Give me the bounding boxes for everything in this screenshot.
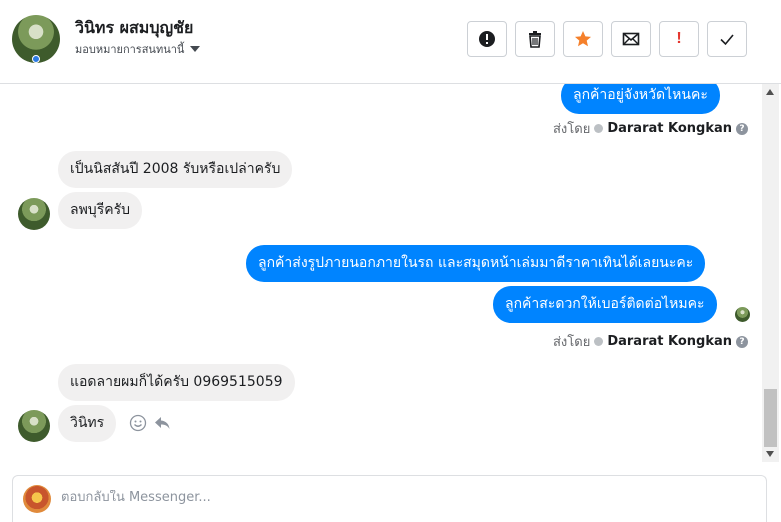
alert-circle-icon (479, 31, 495, 47)
spam-button[interactable] (467, 21, 507, 57)
action-toolbar: ! (467, 21, 747, 57)
sent-by-label: ส่งโดย (553, 335, 591, 350)
chevron-down-icon (190, 46, 201, 52)
reply-icon[interactable] (153, 414, 171, 432)
scroll-down-arrow-icon[interactable] (766, 451, 774, 457)
outgoing-message[interactable]: ลูกค้าส่งรูปภายนอกภายในรถ และสมุดหน้าเล่… (246, 245, 706, 282)
agent-status-icon (594, 337, 604, 346)
reply-input[interactable] (61, 490, 741, 505)
sent-by-info: ส่งโดย Dararat Kongkan ? (553, 118, 749, 139)
thread-scrollbar[interactable] (762, 84, 779, 462)
sent-by-label: ส่งโดย (553, 122, 591, 137)
agent-name[interactable]: Dararat Kongkan (607, 121, 732, 136)
assign-label: มอบหมายการสนทนานี้ (75, 43, 185, 56)
emoji-icon[interactable] (129, 414, 147, 432)
outgoing-message[interactable]: ลูกค้าสะดวกให้เบอร์ติดต่อไหมคะ (493, 286, 717, 323)
contact-avatar[interactable] (12, 15, 60, 63)
exclamation-icon: ! (676, 30, 682, 47)
customer-avatar[interactable] (18, 198, 50, 230)
contact-name[interactable]: วินิทร ผสมบุญชัย (75, 16, 193, 41)
incoming-message[interactable]: วินิทร (58, 405, 117, 442)
star-button[interactable] (563, 21, 603, 57)
check-icon (720, 34, 734, 46)
incoming-message[interactable]: เป็นนิสสันปี 2008 รับหรือเปล่าครับ (58, 151, 293, 188)
assign-conversation-dropdown[interactable]: มอบหมายการสนทนานี้ (75, 40, 201, 58)
seen-indicator-avatar (735, 307, 750, 322)
outgoing-message[interactable]: ลูกค้าอยู่จังหวัดไหนคะ (561, 84, 720, 114)
scrollbar-thumb[interactable] (764, 389, 777, 447)
agent-name[interactable]: Dararat Kongkan (607, 334, 732, 349)
help-icon[interactable]: ? (736, 335, 749, 348)
messenger-badge-icon (32, 55, 40, 63)
message-tools (129, 414, 171, 432)
agent-status-icon (594, 124, 604, 133)
scroll-up-arrow-icon[interactable] (766, 89, 774, 95)
mark-unread-button[interactable] (611, 21, 651, 57)
envelope-icon (622, 32, 640, 46)
important-button[interactable]: ! (659, 21, 699, 57)
reply-composer (12, 475, 767, 522)
conversation-header: วินิทร ผสมบุญชัย มอบหมายการสนทนานี้ ! (0, 0, 781, 84)
delete-button[interactable] (515, 21, 555, 57)
message-thread[interactable]: ลูกค้าอยู่จังหวัดไหนคะ ส่งโดย Dararat Ko… (0, 84, 762, 462)
help-icon[interactable]: ? (736, 122, 749, 135)
incoming-message[interactable]: แอดลายผมก็ได้ครับ 0969515059 (58, 364, 295, 401)
page-avatar (23, 485, 51, 513)
star-icon (575, 31, 591, 47)
done-button[interactable] (707, 21, 747, 57)
sent-by-info: ส่งโดย Dararat Kongkan ? (553, 331, 749, 352)
incoming-message[interactable]: ลพบุรีครับ (58, 192, 142, 229)
trash-icon (529, 31, 541, 48)
customer-avatar[interactable] (18, 410, 50, 442)
